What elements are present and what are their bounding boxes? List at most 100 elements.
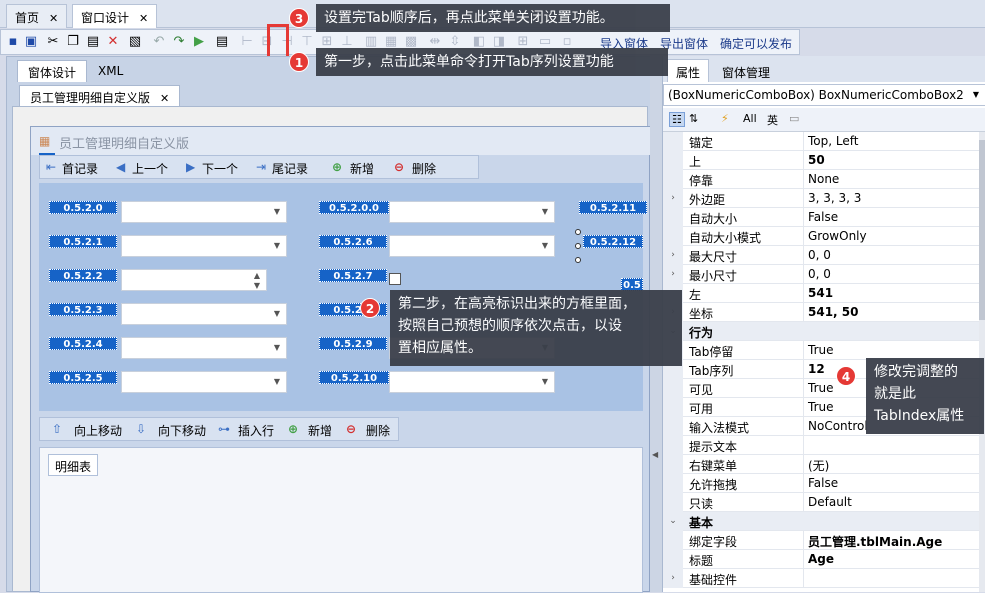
combo-input[interactable]: ▼	[389, 235, 555, 257]
combo-input[interactable]: ▼	[121, 303, 287, 325]
move-up-button[interactable]: 向上移动	[74, 422, 122, 439]
property-value[interactable]: True	[808, 343, 834, 357]
property-row[interactable]: › 外边距 3, 3, 3, 3	[663, 189, 979, 208]
property-value[interactable]: False	[808, 210, 838, 224]
show-all-button[interactable]: All	[743, 112, 757, 125]
first-record-icon[interactable]: ⇤	[46, 160, 56, 174]
tab-order-icon[interactable]: ▤	[214, 34, 230, 50]
save-icon[interactable]: ▪	[5, 34, 21, 50]
property-value[interactable]: Default	[808, 495, 852, 509]
prev-icon[interactable]: ◀	[116, 160, 125, 174]
delete-icon[interactable]: ⊖	[346, 422, 356, 436]
field-label[interactable]: 0.5.2.7	[319, 269, 387, 282]
add-icon[interactable]: ⊕	[332, 160, 342, 174]
property-value[interactable]: 0, 0	[808, 267, 831, 281]
tab-form-manager[interactable]: 窗体管理	[713, 59, 779, 82]
prev-button[interactable]: 上一个	[132, 160, 168, 177]
run-icon[interactable]: ▶	[191, 34, 207, 50]
insert-row-icon[interactable]: ⊶	[218, 422, 230, 436]
property-value[interactable]: 0, 0	[808, 248, 831, 262]
delete-icon[interactable]: ⊖	[394, 160, 404, 174]
property-row[interactable]: 提示文本	[663, 436, 979, 455]
field-label[interactable]: 0.5.2.6	[319, 235, 387, 248]
property-row[interactable]: 锚定 Top, Left	[663, 132, 979, 151]
english-button[interactable]: 英	[767, 112, 778, 128]
property-row[interactable]: › 最大尺寸 0, 0	[663, 246, 979, 265]
property-category[interactable]: ⌄ 基本	[663, 512, 979, 531]
property-value[interactable]: NoControl	[808, 419, 868, 433]
arrow-down-icon[interactable]: ⇩	[136, 422, 146, 436]
property-value[interactable]: (无)	[808, 457, 829, 474]
add-row-button[interactable]: 新增	[308, 422, 332, 439]
property-row[interactable]: 上 50	[663, 151, 979, 170]
property-row[interactable]: › 最小尺寸 0, 0	[663, 265, 979, 284]
combo-input[interactable]: ▼	[121, 371, 287, 393]
field-label-selected[interactable]: 0.5.2.12	[583, 235, 643, 248]
undo-icon[interactable]: ↶	[151, 34, 167, 50]
scrollbar-thumb[interactable]	[979, 140, 985, 320]
stepper-up-icon[interactable]: ▲	[254, 271, 260, 280]
insert-row-button[interactable]: 插入行	[238, 422, 274, 439]
property-value[interactable]: 50	[808, 153, 825, 167]
property-category[interactable]: ⌄行为	[663, 322, 979, 341]
combo-input[interactable]: ▼	[389, 201, 555, 223]
delete-icon[interactable]: ✕	[105, 34, 121, 50]
property-row[interactable]: 自动大小 False	[663, 208, 979, 227]
next-button[interactable]: 下一个	[202, 160, 238, 177]
resize-handle[interactable]	[575, 243, 581, 249]
redo-icon[interactable]: ↷	[171, 34, 187, 50]
events-icon[interactable]: ⚡	[721, 112, 729, 125]
property-row[interactable]: 允许拖拽 False	[663, 474, 979, 493]
combo-input[interactable]: ▼	[121, 337, 287, 359]
property-value[interactable]: None	[808, 172, 839, 186]
last-record-button[interactable]: 尾记录	[272, 160, 308, 177]
property-value[interactable]: Top, Left	[808, 134, 858, 148]
publish-button[interactable]: 确定可以发布	[720, 35, 792, 52]
property-row[interactable]: 停靠 None	[663, 170, 979, 189]
tab-properties[interactable]: 属性	[667, 59, 710, 82]
tab-home[interactable]: 首页 ✕	[6, 4, 68, 28]
save-all-icon[interactable]: ▣	[23, 34, 39, 50]
add-icon[interactable]: ⊕	[288, 422, 298, 436]
property-value[interactable]: 3, 3, 3, 3	[808, 191, 861, 205]
paste-icon[interactable]: ▤	[85, 34, 101, 50]
property-value[interactable]: False	[808, 476, 838, 490]
sort-az-icon[interactable]: ⇅	[689, 112, 698, 125]
resize-handle[interactable]	[575, 257, 581, 263]
first-record-button[interactable]: 首记录	[62, 160, 98, 177]
collapse-icon[interactable]: ⌄	[663, 512, 683, 531]
field-label[interactable]: 0.5.2.0	[49, 201, 117, 214]
property-value[interactable]: Age	[808, 552, 834, 566]
add-button[interactable]: 新增	[350, 160, 374, 177]
tab-xml[interactable]: XML	[87, 60, 134, 82]
combo-input[interactable]: ▼	[389, 371, 555, 393]
align-left-icon[interactable]: ⊢	[239, 34, 255, 50]
collapse-icon[interactable]: ◀	[652, 450, 658, 459]
property-value[interactable]: 12	[808, 362, 825, 376]
field-label[interactable]: 0.5.2.5	[49, 371, 117, 384]
property-pages-icon[interactable]: ▭	[789, 112, 799, 125]
tab-detail-table[interactable]: 明细表	[48, 454, 99, 476]
categorized-icon[interactable]: ☷	[669, 112, 685, 127]
property-value[interactable]: 员工管理.tblMain.Age	[808, 533, 942, 550]
expand-icon[interactable]: ›	[663, 189, 683, 208]
field-label[interactable]: 0.5.2.9	[319, 337, 387, 350]
field-label[interactable]: 0.5.2.1	[49, 235, 117, 248]
property-row[interactable]: 绑定字段 员工管理.tblMain.Age	[663, 531, 979, 550]
tab-window-design[interactable]: 窗口设计 ✕	[72, 4, 158, 28]
delete-row-button[interactable]: 删除	[366, 422, 390, 439]
property-row[interactable]: 左 541	[663, 284, 979, 303]
expand-icon[interactable]: ›	[663, 569, 683, 588]
property-row[interactable]: ›坐标541, 50	[663, 303, 979, 322]
property-row[interactable]: 右键菜单 (无)	[663, 455, 979, 474]
property-value[interactable]: True	[808, 400, 834, 414]
close-icon[interactable]: ✕	[160, 92, 169, 105]
move-down-button[interactable]: 向下移动	[158, 422, 206, 439]
arrow-up-icon[interactable]: ⇧	[52, 422, 62, 436]
close-icon[interactable]: ✕	[49, 12, 58, 25]
checkbox[interactable]	[389, 273, 401, 285]
field-label[interactable]: 0.5.2.4	[49, 337, 117, 350]
field-label[interactable]: 0.5.2.2	[49, 269, 117, 282]
object-selector[interactable]: (BoxNumericComboBox) BoxNumericComboBox2…	[663, 84, 985, 106]
expand-icon[interactable]: ›	[663, 246, 683, 265]
